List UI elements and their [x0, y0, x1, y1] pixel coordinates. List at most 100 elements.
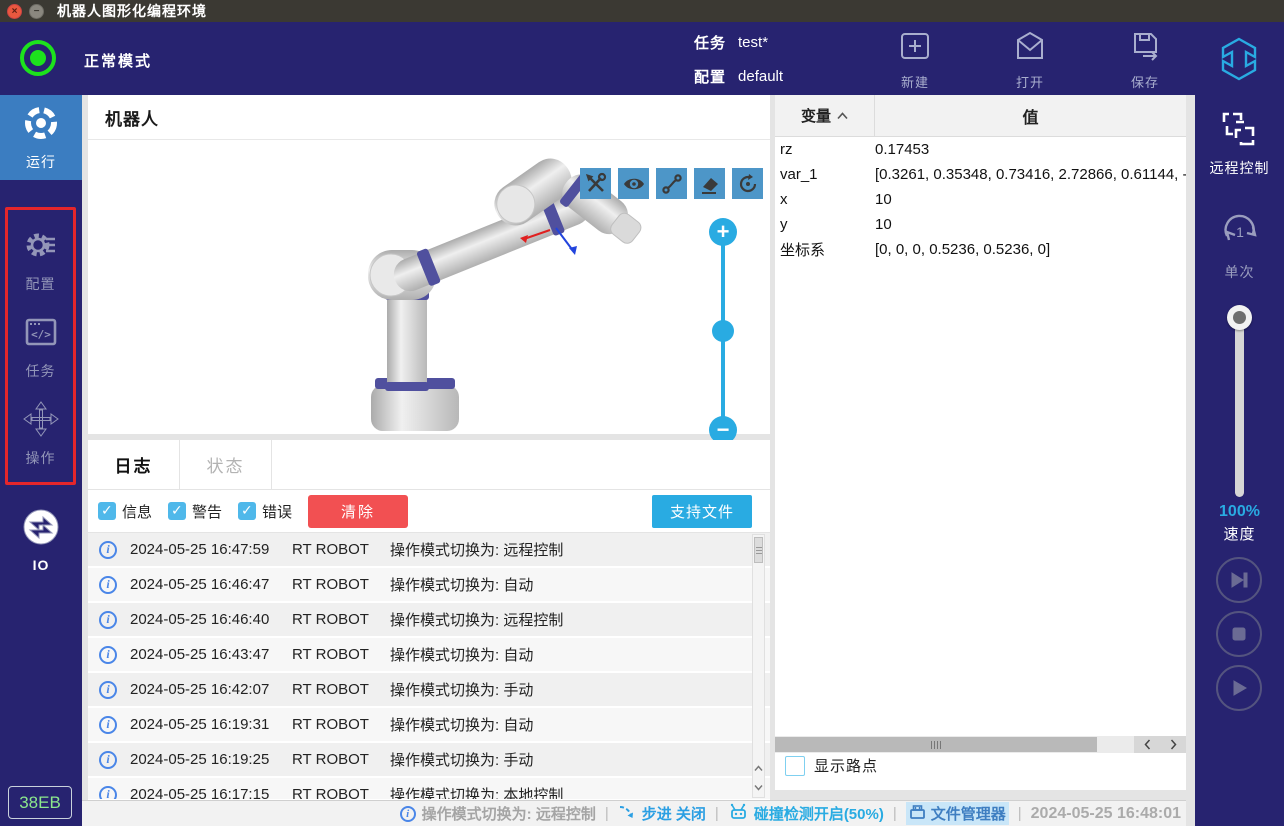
code-window-icon: </> [22, 313, 60, 356]
eye-icon[interactable] [618, 168, 649, 199]
variables-hscrollbar[interactable] [775, 736, 1186, 753]
info-icon: i [400, 806, 416, 822]
log-row[interactable]: i 2024-05-25 16:46:40 RT ROBOT 操作模式切换为: … [88, 603, 770, 638]
variable-name: 坐标系 [775, 239, 875, 260]
statusbar-mode: i 操作模式切换为: 远程控制 [400, 803, 596, 824]
titlebar: × − 机器人图形化编程环境 [0, 0, 1284, 22]
log-time: 2024-05-25 16:46:40 [130, 611, 292, 628]
statusbar-step-text: 步进 关闭 [642, 803, 706, 824]
play-button[interactable] [1216, 665, 1262, 711]
log-source: RT ROBOT [292, 681, 390, 698]
minimize-icon[interactable]: − [29, 4, 44, 19]
main-content: 机器人 [82, 95, 1195, 826]
tools-icon[interactable] [580, 168, 611, 199]
sidebar-item-operate[interactable]: 操作 [8, 394, 73, 474]
support-files-button[interactable]: 支持文件 [652, 495, 752, 528]
tab-log[interactable]: 日志 [88, 440, 180, 489]
open-button[interactable]: 打开 [995, 30, 1065, 91]
save-button[interactable]: 保存 [1110, 30, 1180, 91]
variable-row[interactable]: var_1 [0.3261, 0.35348, 0.73416, 2.72866… [775, 162, 1186, 187]
zoom-slider-knob[interactable] [712, 320, 734, 342]
log-row[interactable]: i 2024-05-25 16:43:47 RT ROBOT 操作模式切换为: … [88, 638, 770, 673]
variable-name: x [775, 191, 875, 208]
log-row[interactable]: i 2024-05-25 16:47:59 RT ROBOT 操作模式切换为: … [88, 533, 770, 568]
stop-button[interactable] [1216, 611, 1262, 657]
statusbar-step[interactable]: 步进 关闭 [618, 803, 706, 824]
filter-warning-label: 警告 [192, 501, 222, 522]
scroll-up-icon[interactable] [753, 759, 764, 777]
speed-slider-knob[interactable] [1227, 305, 1252, 330]
log-row[interactable]: i 2024-05-25 16:17:15 RT ROBOT 操作模式切换为: … [88, 778, 770, 799]
log-source: RT ROBOT [292, 541, 390, 558]
new-button[interactable]: 新建 [880, 30, 950, 91]
rotate-icon[interactable] [732, 168, 763, 199]
sidebar-item-io[interactable]: IO [0, 500, 82, 580]
variable-value: [0, 0, 0, 0.5236, 0.5236, 0] [875, 241, 1186, 258]
file-manager-button[interactable]: 文件管理器 [906, 802, 1009, 825]
step-forward-button[interactable] [1216, 557, 1262, 603]
log-time: 2024-05-25 16:17:15 [130, 786, 292, 799]
status-badge[interactable]: 38EB [8, 786, 72, 819]
filter-info-checkbox[interactable] [98, 502, 116, 520]
log-row[interactable]: i 2024-05-25 16:19:25 RT ROBOT 操作模式切换为: … [88, 743, 770, 778]
statusbar-collision[interactable]: 碰撞检测开启(50%) [728, 803, 884, 825]
single-run-label: 单次 [1225, 262, 1255, 282]
remote-control-button[interactable]: 远程控制 [1195, 109, 1284, 178]
log-row[interactable]: i 2024-05-25 16:19:31 RT ROBOT 操作模式切换为: … [88, 708, 770, 743]
info-icon: i [99, 541, 117, 559]
sidebar-item-task[interactable]: </> 任务 [8, 307, 73, 387]
close-icon[interactable]: × [7, 4, 22, 19]
variable-value: [0.3261, 0.35348, 0.73416, 2.72866, 0.61… [875, 166, 1186, 183]
statusbar: i 操作模式切换为: 远程控制 | 步进 关闭 | 碰撞检测开启(50%) | [82, 800, 1186, 826]
filter-error-checkbox[interactable] [238, 502, 256, 520]
scroll-right-icon[interactable] [1160, 736, 1186, 753]
sidebar-item-config[interactable]: 配置 [8, 220, 73, 300]
sidebar-item-label: IO [33, 557, 50, 573]
io-transfer-icon [21, 507, 61, 552]
new-file-icon [897, 30, 933, 69]
path-icon[interactable] [656, 168, 687, 199]
stop-icon [1231, 626, 1247, 642]
step-icon [618, 804, 636, 824]
sidebar-item-run[interactable]: 运行 [0, 95, 82, 180]
info-icon: i [99, 681, 117, 699]
variable-name: rz [775, 141, 875, 158]
variable-row[interactable]: y 10 [775, 212, 1186, 237]
speed-slider-track[interactable] [1235, 319, 1244, 497]
variable-value: 10 [875, 191, 1186, 208]
scroll-down-icon[interactable] [753, 778, 764, 796]
app-logo-icon [1216, 36, 1262, 87]
single-run-button[interactable]: 1 单次 [1195, 209, 1284, 282]
log-panel: 日志 状态 信息 警告 错误 清除 支持文件 i 2024-05-25 16:4… [88, 440, 770, 800]
highlight-group-border: 配置 </> 任务 操作 [5, 207, 76, 485]
log-scrollbar[interactable] [752, 534, 765, 798]
gear-icon [22, 226, 60, 269]
filter-warning-checkbox[interactable] [168, 502, 186, 520]
variables-header: 变量 值 [775, 95, 1186, 137]
view-toolbar [580, 168, 763, 199]
eraser-icon[interactable] [694, 168, 725, 199]
log-time: 2024-05-25 16:42:07 [130, 681, 292, 698]
column-value: 值 [875, 95, 1186, 136]
show-waypoints-checkbox[interactable] [785, 756, 805, 776]
variable-row[interactable]: rz 0.17453 [775, 137, 1186, 162]
scrollbar-thumb[interactable] [754, 537, 763, 563]
robot-3d-view[interactable]: + − [88, 140, 770, 433]
scroll-left-icon[interactable] [1134, 736, 1160, 753]
log-message: 操作模式切换为: 手动 [390, 679, 533, 700]
variables-panel: 变量 值 rz 0.17453 var_1 [0.3261, 0.35348, … [775, 95, 1186, 790]
clear-button[interactable]: 清除 [308, 495, 408, 528]
log-row[interactable]: i 2024-05-25 16:42:07 RT ROBOT 操作模式切换为: … [88, 673, 770, 708]
sidebar-item-label: 操作 [26, 448, 56, 468]
hscrollbar-thumb[interactable] [775, 737, 1097, 752]
log-row[interactable]: i 2024-05-25 16:46:47 RT ROBOT 操作模式切换为: … [88, 568, 770, 603]
tab-status[interactable]: 状态 [180, 440, 272, 489]
variable-row[interactable]: x 10 [775, 187, 1186, 212]
variable-row[interactable]: 坐标系 [0, 0, 0, 0.5236, 0.5236, 0] [775, 237, 1186, 262]
log-message: 操作模式切换为: 本地控制 [390, 784, 563, 799]
zoom-in-button[interactable]: + [709, 218, 737, 246]
column-variable[interactable]: 变量 [775, 95, 875, 136]
hscroll-buttons [1134, 736, 1186, 753]
statusbar-time: 2024-05-25 16:48:01 [1031, 805, 1181, 823]
info-icon: i [99, 751, 117, 769]
